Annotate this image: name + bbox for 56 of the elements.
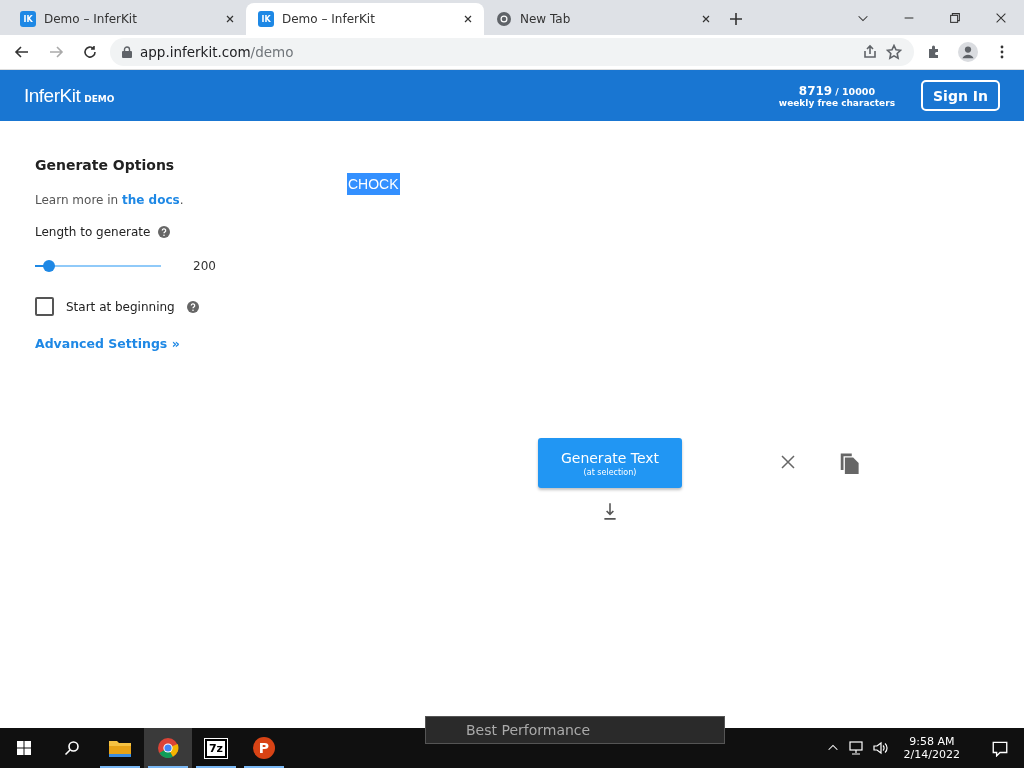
- address-bar[interactable]: app.inferkit.com/demo: [110, 38, 914, 66]
- new-tab-icon[interactable]: [728, 11, 744, 27]
- tab-title: Demo – InferKit: [282, 12, 376, 26]
- advanced-settings-link[interactable]: Advanced Settings »: [35, 336, 347, 351]
- download-icon[interactable]: [601, 502, 619, 520]
- inferkit-favicon: IK: [258, 11, 274, 27]
- checkbox[interactable]: [35, 297, 54, 316]
- star-icon[interactable]: [886, 44, 902, 60]
- quota-label: weekly free characters: [778, 97, 895, 108]
- tab-title: New Tab: [520, 12, 572, 26]
- logo: InferKit: [24, 84, 81, 107]
- character-count: 8719 / 10000: [798, 83, 876, 98]
- slider-thumb[interactable]: [42, 260, 55, 272]
- taskbar-app[interactable]: [144, 728, 192, 768]
- checkbox-label: Start at beginning: [66, 299, 175, 314]
- selected-text: CHOCK: [347, 173, 400, 195]
- clear-icon[interactable]: [780, 454, 796, 470]
- close-icon[interactable]: [462, 13, 474, 25]
- lock-icon: [122, 46, 132, 58]
- popup-title: Best Performance: [466, 722, 591, 738]
- notification-icon[interactable]: [991, 739, 1009, 757]
- chrome-icon: [157, 737, 179, 759]
- length-value: 200: [193, 259, 216, 273]
- options-title: Generate Options: [35, 157, 176, 173]
- docs-link[interactable]: the docs: [122, 193, 180, 207]
- url-text: app.inferkit.com/demo: [140, 44, 294, 60]
- tab-title: Demo – InferKit: [44, 12, 138, 26]
- length-label: Length to generate: [35, 225, 151, 239]
- copy-icon[interactable]: [838, 452, 860, 474]
- sign-in-button[interactable]: Sign In: [921, 80, 1000, 111]
- 7zip-icon: 7z: [204, 738, 228, 758]
- taskbar-app[interactable]: P: [240, 728, 288, 768]
- browser-tab[interactable]: New Tab: [484, 3, 722, 35]
- network-icon[interactable]: [847, 740, 864, 756]
- profile-avatar-icon[interactable]: [958, 42, 978, 62]
- windows-start-icon[interactable]: [16, 740, 32, 756]
- taskbar-clock[interactable]: 9:58 AM 2/14/2022: [895, 735, 968, 761]
- reload-icon[interactable]: [82, 44, 98, 60]
- restore-icon[interactable]: [948, 10, 962, 25]
- help-icon[interactable]: [186, 300, 199, 313]
- share-icon[interactable]: [862, 44, 878, 60]
- inferkit-favicon: IK: [20, 11, 36, 27]
- help-icon[interactable]: [158, 226, 171, 238]
- psiphon-icon: P: [253, 737, 275, 759]
- search-icon[interactable]: [64, 740, 80, 756]
- close-icon[interactable]: [224, 13, 236, 25]
- back-arrow-icon[interactable]: [14, 44, 30, 60]
- folder-icon: [108, 738, 132, 758]
- logo-suffix-text: DEMO: [84, 93, 115, 104]
- speaker-icon[interactable]: [871, 740, 888, 756]
- learn-more-text: Learn more in the docs.: [35, 193, 185, 207]
- taskbar-app[interactable]: 7z: [192, 728, 240, 768]
- browser-tab[interactable]: IK Demo – InferKit: [246, 3, 484, 35]
- browser-tab[interactable]: IK Demo – InferKit: [8, 3, 246, 35]
- chrome-favicon: [496, 11, 512, 27]
- close-icon[interactable]: [700, 13, 712, 25]
